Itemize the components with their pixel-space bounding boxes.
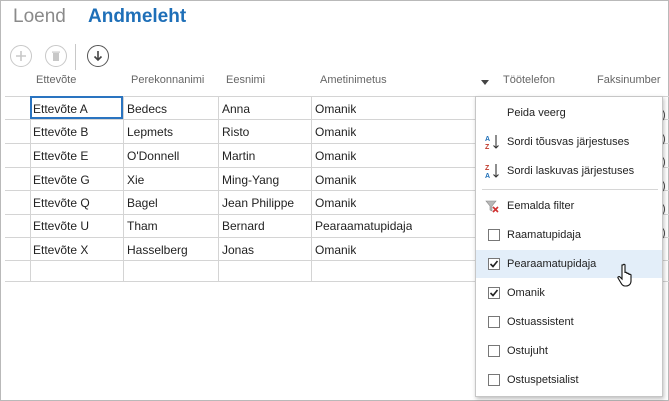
checkbox-checked[interactable] [488, 287, 500, 299]
menu-item-label: Peida veerg [507, 107, 566, 119]
svg-text:A: A [485, 136, 490, 143]
menu-item-remove-filter[interactable]: Eemalda filter [476, 192, 662, 220]
delete-button[interactable] [45, 45, 67, 67]
cell-first-name[interactable]: Bernard [222, 219, 265, 233]
down-arrow-icon [93, 51, 103, 62]
trash-icon [52, 51, 60, 61]
cell-company[interactable]: Ettevõte X [33, 243, 88, 257]
filter-option-label: Ostuassistent [507, 316, 574, 328]
column-header-company[interactable]: Ettevõte [36, 74, 76, 86]
cell-company[interactable]: Ettevõte Q [33, 196, 90, 210]
cell-last-name[interactable]: O'Donnell [127, 149, 179, 163]
menu-item-hide-column[interactable]: Peida veerg [476, 99, 662, 127]
cell-first-name[interactable]: Jean Philippe [222, 196, 294, 210]
filter-option-label: Omanik [507, 287, 545, 299]
hand-pointer-icon [617, 263, 632, 287]
menu-item-label: Sordi tõusvas järjestuses [507, 136, 630, 148]
cell-last-name[interactable]: Bedecs [127, 102, 167, 116]
cell-job-title[interactable]: Omanik [315, 243, 356, 257]
checkbox-unchecked[interactable] [488, 374, 500, 386]
column-header-work-phone[interactable]: Töötelefon [503, 74, 555, 86]
plus-icon [16, 51, 26, 61]
cell-company[interactable]: Ettevõte B [33, 125, 88, 139]
cell-job-title[interactable]: Omanik [315, 196, 356, 210]
checkbox-unchecked[interactable] [488, 229, 500, 241]
cell-company[interactable]: Ettevõte E [33, 149, 88, 163]
column-header-first-name[interactable]: Eesnimi [226, 74, 265, 86]
filter-option[interactable]: Ostuspetsialist [476, 366, 662, 394]
menu-item-sort-ascending[interactable]: A Z Sordi tõusvas järjestuses [476, 128, 662, 156]
cell-job-title[interactable]: Pearaamatupidaja [315, 219, 412, 233]
filter-option[interactable]: Ostuassistent [476, 308, 662, 336]
cell-last-name[interactable]: Xie [127, 173, 144, 187]
toolbar-divider [75, 44, 76, 70]
remove-filter-icon [485, 200, 499, 213]
cell-company[interactable]: Ettevõte A [33, 102, 88, 116]
cell-first-name[interactable]: Anna [222, 102, 250, 116]
filter-option[interactable]: Ostujuht [476, 337, 662, 365]
tab-datasheet[interactable]: Andmeleht [88, 6, 186, 28]
cell-first-name[interactable]: Jonas [222, 243, 254, 257]
svg-text:Z: Z [485, 144, 490, 150]
filter-option-label: Ostujuht [507, 345, 548, 357]
cell-company[interactable]: Ettevõte U [33, 219, 89, 233]
cell-first-name[interactable]: Martin [222, 149, 255, 163]
menu-item-label: Sordi laskuvas järjestuses [507, 165, 635, 177]
truncated-cells-edge: )))))) [662, 109, 666, 239]
column-header-job-title[interactable]: Ametinimetus [320, 74, 387, 86]
menu-separator [482, 189, 658, 190]
svg-text:A: A [485, 173, 490, 179]
check-icon [489, 289, 499, 297]
filter-option-label: Raamatupidaja [507, 229, 581, 241]
menu-item-label: Eemalda filter [507, 200, 575, 212]
cell-job-title[interactable]: Omanik [315, 125, 356, 139]
filter-option-label: Ostuspetsialist [507, 374, 579, 386]
cell-first-name[interactable]: Risto [222, 125, 249, 139]
menu-item-sort-descending[interactable]: Z A Sordi laskuvas järjestuses [476, 157, 662, 185]
cell-first-name[interactable]: Ming-Yang [222, 173, 279, 187]
check-icon [489, 260, 499, 268]
cell-last-name[interactable]: Tham [127, 219, 158, 233]
filter-option-label: Pearaamatupidaja [507, 258, 597, 270]
column-filter-dropdown-icon[interactable] [481, 80, 489, 85]
sort-ascending-icon: A Z [485, 135, 499, 150]
add-button[interactable] [10, 45, 32, 67]
column-filter-menu: Peida veerg A Z Sordi tõusvas järjestuse… [475, 96, 663, 397]
cell-job-title[interactable]: Omanik [315, 149, 356, 163]
checkbox-checked[interactable] [488, 258, 500, 270]
checkbox-unchecked[interactable] [488, 345, 500, 357]
sort-descending-icon: Z A [485, 164, 499, 179]
cell-company[interactable]: Ettevõte G [33, 173, 90, 187]
column-header-fax[interactable]: Faksinumber [597, 74, 661, 86]
cell-last-name[interactable]: Hasselberg [127, 243, 188, 257]
cell-last-name[interactable]: Lepmets [127, 125, 173, 139]
checkbox-unchecked[interactable] [488, 316, 500, 328]
download-button[interactable] [87, 45, 109, 67]
column-header-last-name[interactable]: Perekonnanimi [131, 74, 204, 86]
cell-last-name[interactable]: Bagel [127, 196, 158, 210]
cell-job-title[interactable]: Omanik [315, 102, 356, 116]
tab-list[interactable]: Loend [13, 6, 66, 28]
filter-option[interactable]: Raamatupidaja [476, 221, 662, 249]
cell-job-title[interactable]: Omanik [315, 173, 356, 187]
svg-text:Z: Z [485, 165, 490, 172]
